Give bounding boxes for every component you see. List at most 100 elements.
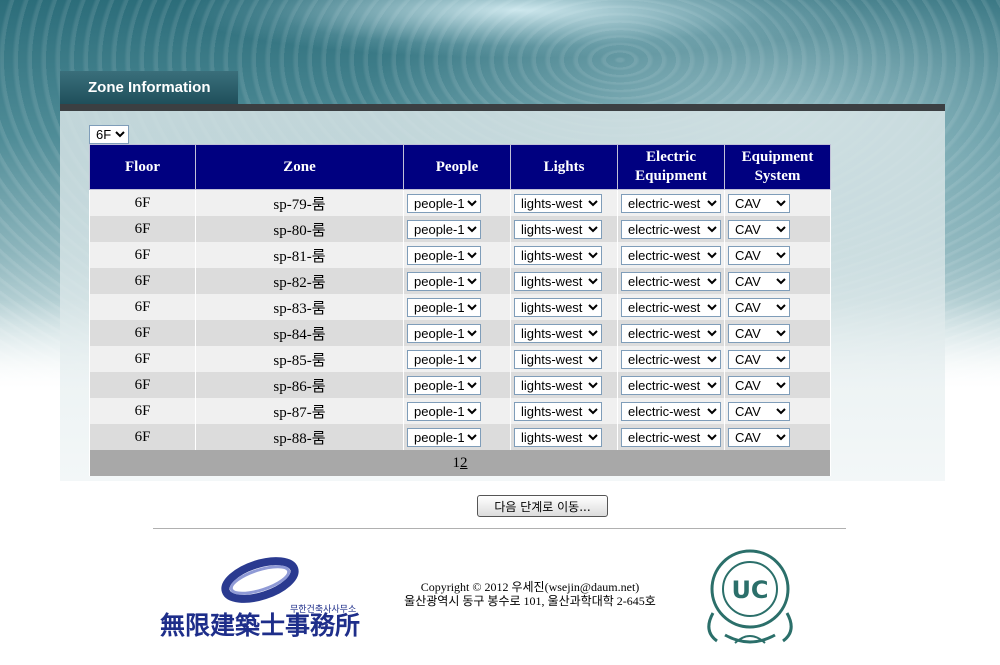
cell-lights: lights-west <box>510 372 618 398</box>
electric-select[interactable]: electric-west <box>621 271 721 291</box>
cell-lights: lights-west <box>510 268 618 294</box>
cell-people: people-1 <box>403 216 511 242</box>
cell-electric: electric-west <box>617 372 725 398</box>
cell-people: people-1 <box>403 346 511 372</box>
footer-info: Copyright © 2012 우세진(wsejin@daum.net) 울산… <box>380 580 680 608</box>
college-emblem: UC <box>695 543 805 651</box>
cell-people: people-1 <box>403 424 511 450</box>
people-select[interactable]: people-1 <box>407 271 481 291</box>
cell-lights: lights-west <box>510 398 618 424</box>
cell-floor: 6F <box>89 294 196 320</box>
cell-electric: electric-west <box>617 320 725 346</box>
system-select[interactable]: CAV <box>728 193 790 213</box>
cell-system: CAV <box>724 242 831 268</box>
next-step-button[interactable]: 다음 단계로 이동... <box>477 495 608 517</box>
electric-select[interactable]: electric-west <box>621 427 721 447</box>
electric-select[interactable]: electric-west <box>621 323 721 343</box>
cell-zone: sp-81-룸 <box>195 242 404 268</box>
system-select[interactable]: CAV <box>728 219 790 239</box>
cell-electric: electric-west <box>617 268 725 294</box>
lights-select[interactable]: lights-west <box>514 323 602 343</box>
cell-system: CAV <box>724 189 831 216</box>
system-select[interactable]: CAV <box>728 427 790 447</box>
electric-select[interactable]: electric-west <box>621 219 721 239</box>
title-divider <box>60 104 945 111</box>
lights-select[interactable]: lights-west <box>514 193 602 213</box>
lights-select[interactable]: lights-west <box>514 219 602 239</box>
floor-select[interactable]: 6F <box>89 125 129 144</box>
people-select[interactable]: people-1 <box>407 245 481 265</box>
people-select[interactable]: people-1 <box>407 219 481 239</box>
company-logo: 무한건축사사무소 無限建築士事務所 <box>160 552 370 642</box>
cell-floor: 6F <box>89 346 196 372</box>
cell-floor: 6F <box>89 189 196 216</box>
electric-select[interactable]: electric-west <box>621 297 721 317</box>
header-electric-line1: Electric <box>646 149 696 165</box>
cell-system: CAV <box>724 346 831 372</box>
table-header-row: Floor Zone People Lights Electric Equipm… <box>89 144 831 190</box>
system-select[interactable]: CAV <box>728 375 790 395</box>
cell-electric: electric-west <box>617 294 725 320</box>
people-select[interactable]: people-1 <box>407 375 481 395</box>
cell-zone: sp-80-룸 <box>195 216 404 242</box>
system-select[interactable]: CAV <box>728 271 790 291</box>
cell-lights: lights-west <box>510 294 618 320</box>
people-select[interactable]: people-1 <box>407 297 481 317</box>
lights-select[interactable]: lights-west <box>514 401 602 421</box>
header-electric-equipment: Electric Equipment <box>617 144 725 190</box>
cell-people: people-1 <box>403 372 511 398</box>
cell-lights: lights-west <box>510 189 618 216</box>
table-row: 6F sp-81-룸 people-1 lights-west electric-wes… <box>89 242 831 268</box>
zone-table: Floor Zone People Lights Electric Equipm… <box>89 144 831 476</box>
electric-select[interactable]: electric-west <box>621 245 721 265</box>
cell-zone: sp-84-룸 <box>195 320 404 346</box>
lights-select[interactable]: lights-west <box>514 427 602 447</box>
cell-electric: electric-west <box>617 242 725 268</box>
people-select[interactable]: people-1 <box>407 323 481 343</box>
cell-system: CAV <box>724 320 831 346</box>
system-select[interactable]: CAV <box>728 349 790 369</box>
footer-address: 울산광역시 동구 봉수로 101, 울산과학대학 2-645호 <box>404 594 656 608</box>
system-select[interactable]: CAV <box>728 323 790 343</box>
logo-main-text: 無限建築士事務所 <box>160 611 360 640</box>
cell-floor: 6F <box>89 268 196 294</box>
lights-select[interactable]: lights-west <box>514 297 602 317</box>
cell-zone: sp-83-룸 <box>195 294 404 320</box>
emblem-text: UC <box>731 576 768 604</box>
cell-people: people-1 <box>403 268 511 294</box>
lights-select[interactable]: lights-west <box>514 271 602 291</box>
cell-lights: lights-west <box>510 424 618 450</box>
system-select[interactable]: CAV <box>728 245 790 265</box>
footer-copyright: Copyright © 2012 우세진(wsejin@daum.net) <box>420 580 640 594</box>
lights-select[interactable]: lights-west <box>514 375 602 395</box>
cell-lights: lights-west <box>510 320 618 346</box>
cell-electric: electric-west <box>617 424 725 450</box>
table-row: 6F sp-82-룸 people-1 lights-west electric-wes… <box>89 268 831 294</box>
cell-people: people-1 <box>403 398 511 424</box>
people-select[interactable]: people-1 <box>407 349 481 369</box>
people-select[interactable]: people-1 <box>407 427 481 447</box>
cell-floor: 6F <box>89 242 196 268</box>
cell-floor: 6F <box>89 320 196 346</box>
electric-select[interactable]: electric-west <box>621 375 721 395</box>
cell-zone: sp-87-룸 <box>195 398 404 424</box>
cell-zone: sp-86-룸 <box>195 372 404 398</box>
system-select[interactable]: CAV <box>728 401 790 421</box>
cell-floor: 6F <box>89 398 196 424</box>
lights-select[interactable]: lights-west <box>514 245 602 265</box>
people-select[interactable]: people-1 <box>407 401 481 421</box>
electric-select[interactable]: electric-west <box>621 193 721 213</box>
cell-electric: electric-west <box>617 346 725 372</box>
cell-lights: lights-west <box>510 242 618 268</box>
header-floor: Floor <box>89 144 196 190</box>
people-select[interactable]: people-1 <box>407 193 481 213</box>
lights-select[interactable]: lights-west <box>514 349 602 369</box>
electric-select[interactable]: electric-west <box>621 401 721 421</box>
pager-current-page: 1 <box>452 454 461 471</box>
header-system-line1: Equipment <box>741 149 814 165</box>
table-row: 6F sp-88-룸 people-1 lights-west electric-wes… <box>89 424 831 450</box>
electric-select[interactable]: electric-west <box>621 349 721 369</box>
cell-people: people-1 <box>403 320 511 346</box>
system-select[interactable]: CAV <box>728 297 790 317</box>
pager-page-link[interactable]: 2 <box>460 455 468 471</box>
